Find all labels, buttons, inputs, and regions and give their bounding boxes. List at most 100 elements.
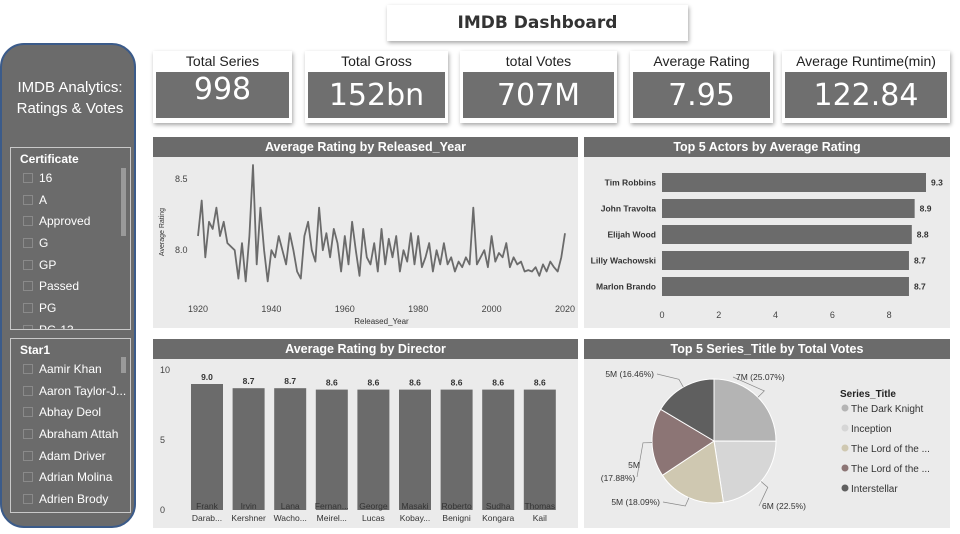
- data-label: 8.6: [409, 378, 421, 388]
- director-bar: [315, 389, 348, 510]
- category-label-line1: Fernan...: [315, 501, 349, 511]
- data-label: 8.7: [243, 376, 255, 386]
- category-label-line1: Frank: [196, 501, 218, 511]
- category-label: John Travolta: [601, 204, 657, 214]
- checkbox-icon[interactable]: [23, 472, 33, 483]
- line-chart: 1920 1940 1960 1980 2000 2020 8.0 8.5 Released_Y…: [159, 164, 575, 326]
- x-tick-label: 2000: [482, 304, 502, 314]
- checkbox-icon[interactable]: [23, 216, 33, 227]
- certificate-option[interactable]: Approved: [11, 210, 130, 232]
- y-tick-label: 10: [160, 365, 170, 375]
- checkbox-icon[interactable]: [23, 363, 33, 374]
- pie-slice: [713, 440, 777, 503]
- slice-label: 5M (16.46%): [605, 369, 654, 379]
- category-label-line2: Darab...: [192, 513, 222, 523]
- x-tick-label: 8: [887, 310, 892, 320]
- x-tick-label: 1940: [261, 304, 281, 314]
- certificate-option[interactable]: GP: [11, 254, 130, 276]
- certificate-option-label: 16: [39, 170, 53, 185]
- certificate-option[interactable]: A: [11, 189, 130, 211]
- chart-title: Top 5 Actors by Average Rating: [584, 137, 950, 157]
- category-label-line2: Kershner: [231, 513, 266, 523]
- certificate-slicer[interactable]: Certificate 16 A Approved G GP Passed PG PG-13: [10, 147, 131, 330]
- actors-bar-chart: Tim Robbins 9.3 John Travolta 8.9 Elijah Woo…: [591, 173, 943, 320]
- checkbox-icon[interactable]: [23, 172, 33, 183]
- star-option-label: Adam Driver: [39, 448, 106, 463]
- legend-label: The Dark Knight: [851, 404, 923, 415]
- x-tick-label: 2020: [555, 304, 575, 314]
- star-option[interactable]: Adam Driver: [11, 445, 130, 467]
- category-label-line1: Thomas: [524, 501, 555, 511]
- director-bar: [399, 389, 431, 510]
- sidebar: IMDB Analytics: Ratings & Votes Certific…: [0, 43, 136, 528]
- checkbox-icon[interactable]: [23, 237, 33, 248]
- category-label-line2: Kobay...: [400, 513, 431, 523]
- certificate-option[interactable]: PG-13: [11, 319, 130, 329]
- star-option-label: Aaron Taylor-J...: [39, 383, 127, 398]
- legend-marker: [841, 444, 849, 452]
- category-label-line2: Kail: [533, 513, 547, 523]
- category-label-line2: Kongara: [482, 513, 514, 523]
- data-label: 8.7: [284, 376, 296, 386]
- category-label-line1: George: [359, 501, 388, 511]
- checkbox-icon[interactable]: [23, 385, 33, 396]
- star-option[interactable]: Aaron Taylor-J...: [11, 380, 130, 402]
- checkbox-icon[interactable]: [23, 194, 33, 205]
- rating-series-line: [197, 164, 566, 283]
- star-scrollbar[interactable]: [121, 357, 126, 373]
- certificate-scrollbar[interactable]: [121, 168, 126, 236]
- star-option-label: Adrian Molina: [39, 470, 113, 485]
- certificate-option[interactable]: 16: [11, 167, 130, 189]
- star-slicer[interactable]: Star1 Aamir Khan Aaron Taylor-J... Abhay D…: [10, 338, 131, 513]
- star-list: Aamir Khan Aaron Taylor-J... Abhay Deol Abr…: [11, 358, 130, 510]
- actor-bar: [662, 199, 915, 218]
- certificate-option-label: A: [39, 192, 48, 207]
- slice-label: 5M (18.09%): [611, 497, 660, 507]
- kpi-average-runtime: Average Runtime(min) 122.84: [782, 51, 950, 123]
- x-tick-label: 6: [830, 310, 835, 320]
- legend-marker: [841, 484, 849, 492]
- star-option[interactable]: Abhay Deol: [11, 401, 130, 423]
- certificate-option[interactable]: G: [11, 232, 130, 254]
- data-label: 8.6: [451, 378, 463, 388]
- category-label-line2: Lucas: [362, 513, 385, 523]
- checkbox-icon[interactable]: [23, 407, 33, 418]
- category-label-line2: Wacho...: [274, 513, 307, 523]
- category-label-line1: Masaki: [402, 501, 429, 511]
- checkbox-icon[interactable]: [23, 324, 33, 329]
- legend-marker: [841, 404, 849, 412]
- actor-bar: [662, 277, 909, 296]
- director-bar: [232, 388, 265, 510]
- star-option[interactable]: Adrien Brody: [11, 488, 130, 510]
- category-label-line1: Irvin: [241, 501, 257, 511]
- chart-title: Average Rating by Director: [153, 339, 578, 359]
- category-label-line1: Lana: [281, 501, 300, 511]
- star-option[interactable]: Aamir Khan: [11, 358, 130, 380]
- slice-label-line2: (17.88%): [601, 473, 636, 483]
- director-bar: [191, 384, 223, 510]
- certificate-option-label: GP: [39, 257, 57, 272]
- star-option-label: Abhay Deol: [39, 405, 102, 420]
- certificate-option[interactable]: Passed: [11, 275, 130, 297]
- checkbox-icon[interactable]: [23, 302, 33, 313]
- votes-pie-chart: 7M (25.07%) 6M (22.5%) 5M (18.09%) 5M (17.88…: [601, 369, 930, 511]
- certificate-option[interactable]: PG: [11, 297, 130, 319]
- certificate-slicer-label: Certificate: [20, 152, 79, 166]
- kpi-total-series: Total Series 998: [153, 51, 292, 123]
- data-label: 8.9: [920, 204, 932, 214]
- chart-title: Average Rating by Released_Year: [153, 137, 578, 157]
- star-option[interactable]: Adrian Molina: [11, 466, 130, 488]
- checkbox-icon[interactable]: [23, 281, 33, 292]
- checkbox-icon[interactable]: [23, 493, 33, 504]
- leader-line: [662, 497, 690, 507]
- x-tick-label: 1960: [335, 304, 355, 314]
- star-option[interactable]: Abraham Attah: [11, 423, 130, 445]
- checkbox-icon[interactable]: [23, 450, 33, 461]
- checkbox-icon[interactable]: [23, 428, 33, 439]
- chart-title: Top 5 Series_Title by Total Votes: [584, 339, 950, 359]
- checkbox-icon[interactable]: [23, 259, 33, 270]
- pie-slice: [713, 378, 777, 442]
- leader-line: [656, 373, 684, 388]
- legend-label: The Lord of the ...: [851, 444, 930, 455]
- data-label: 8.7: [914, 256, 926, 266]
